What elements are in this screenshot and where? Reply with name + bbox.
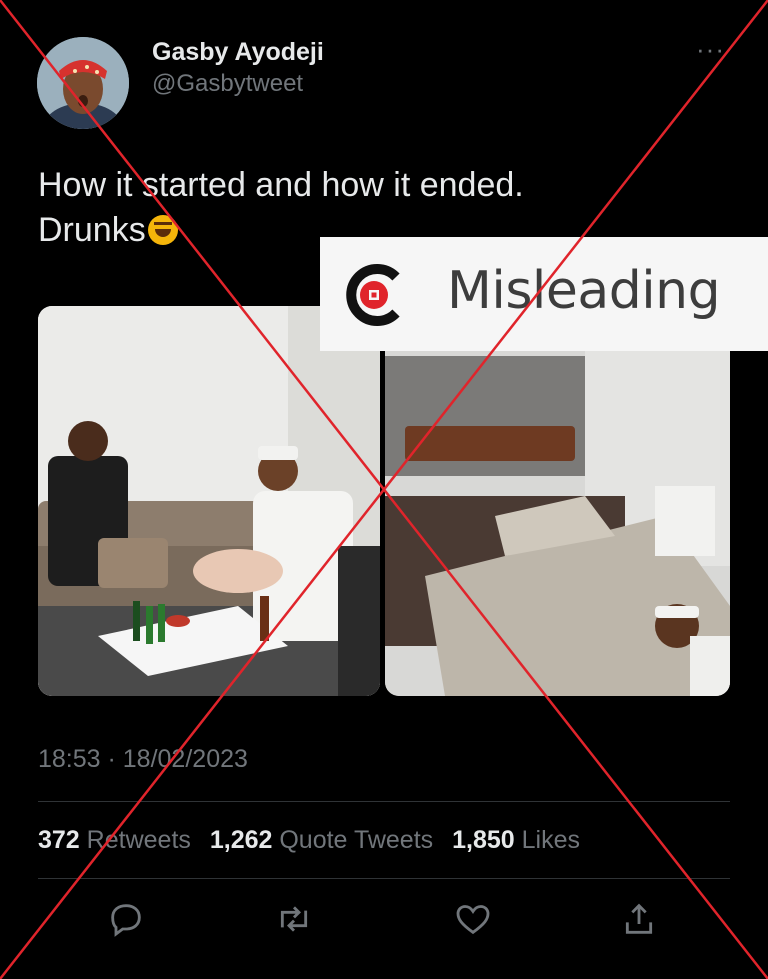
divider (38, 878, 730, 879)
like-icon[interactable] (453, 899, 493, 939)
likes-count: 1,850 (452, 826, 515, 854)
retweet-icon[interactable] (274, 899, 314, 939)
tweet-stats: 372 Retweets 1,262 Quote Tweets 1,850 Li… (38, 826, 580, 855)
user-handle[interactable]: @Gasbytweet (152, 70, 303, 98)
avatar-image (37, 37, 129, 129)
fact-check-logo-icon (346, 264, 400, 326)
likes-stat[interactable]: 1,850 Likes (452, 826, 580, 854)
more-icon[interactable]: ··· (696, 34, 725, 65)
tweet-text-line-1: How it started and how it ended. (38, 166, 524, 204)
misleading-label: Misleading (320, 237, 768, 351)
quote-tweets-label: Quote Tweets (279, 826, 434, 854)
retweets-label: Retweets (86, 826, 191, 854)
divider (38, 801, 730, 802)
tweet-text-drunks: Drunks (38, 211, 146, 249)
tweet-card: Gasby Ayodeji @Gasbytweet ··· How it sta… (0, 0, 768, 979)
tweet-timestamp[interactable]: 18:53 · 18/02/2023 (38, 745, 248, 774)
tweet-actions (0, 899, 768, 943)
user-name[interactable]: Gasby Ayodeji (152, 38, 324, 67)
misleading-label-text: Misleading (447, 261, 721, 321)
quote-tweets-count: 1,262 (209, 826, 273, 854)
retweets-stat[interactable]: 372 Retweets (38, 826, 191, 854)
lounge-photo-left (38, 306, 380, 696)
tweet-photo-left[interactable] (38, 306, 380, 696)
rolling-on-floor-laughing-emoji-icon (147, 215, 178, 245)
share-icon[interactable] (619, 899, 659, 939)
reply-icon[interactable] (106, 899, 146, 939)
lounge-photo-right (385, 306, 730, 696)
tweet-photo-right[interactable] (385, 306, 730, 696)
likes-label: Likes (521, 826, 580, 854)
retweets-count: 372 (38, 826, 80, 854)
avatar[interactable] (37, 37, 129, 129)
quote-tweets-stat[interactable]: 1,262 Quote Tweets (210, 826, 433, 854)
